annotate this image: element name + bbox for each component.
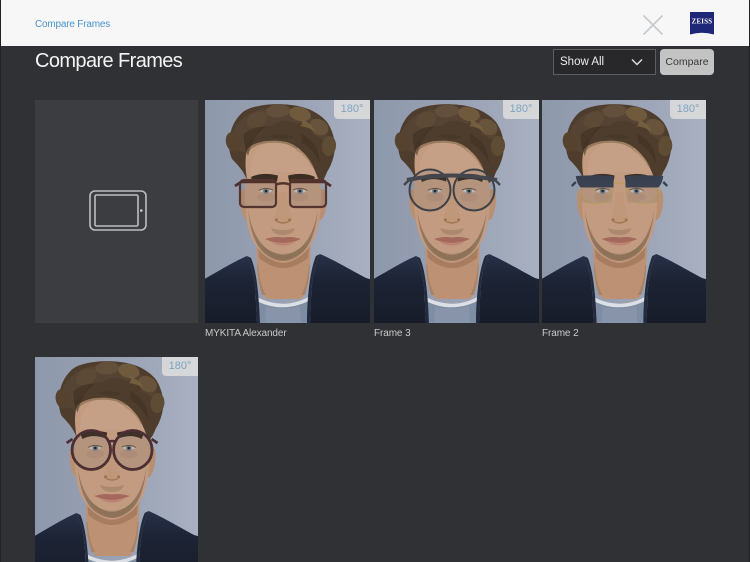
svg-text:ZEISS: ZEISS	[692, 19, 713, 26]
